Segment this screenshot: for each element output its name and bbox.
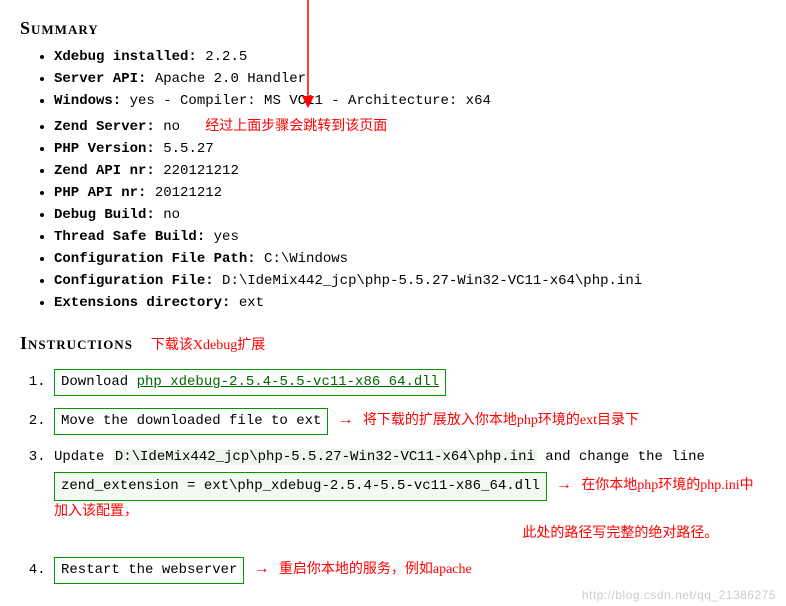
code-path: D:\IdeMix442_jcp\php-5.5.27-Win32-VC11-x… <box>113 449 537 465</box>
step-2: Move the downloaded file to ext → 将下载的扩展… <box>54 408 766 435</box>
list-item: Thread Safe Build: yes <box>54 229 766 245</box>
annotation-restart: 重启你本地的服务，例如apache <box>279 562 472 577</box>
summary-list: Xdebug installed: 2.2.5 Server API: Apac… <box>20 49 766 311</box>
annotation-top: 经过上面步骤会跳转到该页面 <box>205 119 387 134</box>
list-item: Debug Build: no <box>54 207 766 223</box>
step2-box: Move the downloaded file to ext <box>54 408 328 435</box>
step-1: Download php_xdebug-2.5.4-5.5-vc11-x86_6… <box>54 369 766 396</box>
list-item: PHP Version: 5.5.27 <box>54 141 766 157</box>
list-item: Configuration File Path: C:\Windows <box>54 251 766 267</box>
instructions-list: Download php_xdebug-2.5.4-5.5-vc11-x86_6… <box>20 369 766 584</box>
list-item: Zend API nr: 220121212 <box>54 163 766 179</box>
list-item: PHP API nr: 20121212 <box>54 185 766 201</box>
step3-line-box: zend_extension = ext\php_xdebug-2.5.4-5.… <box>54 472 547 501</box>
list-item: Windows: yes - Compiler: MS VC11 - Archi… <box>54 93 766 109</box>
watermark: http://blog.csdn.net/qq_21386275 <box>582 588 776 602</box>
download-link[interactable]: php_xdebug-2.5.4-5.5-vc11-x86_64.dll <box>137 374 439 390</box>
list-item: Extensions directory: ext <box>54 295 766 311</box>
arrow-right-icon: → <box>337 411 355 429</box>
annotation-download: 下载该Xdebug扩展 <box>151 334 265 354</box>
list-item: Zend Server: no 经过上面步骤会跳转到该页面 <box>54 115 766 135</box>
annotation-move: 将下载的扩展放入你本地php环境的ext目录下 <box>363 413 639 428</box>
step1-box: Download php_xdebug-2.5.4-5.5-vc11-x86_6… <box>54 369 446 396</box>
arrow-right-icon: → <box>253 560 271 578</box>
step4-box: Restart the webserver <box>54 557 244 584</box>
arrow-right-icon: → <box>555 476 573 494</box>
list-item: Configuration File: D:\IdeMix442_jcp\php… <box>54 273 766 289</box>
summary-heading: Summary <box>20 18 766 39</box>
step-4: Restart the webserver → 重启你本地的服务，例如apach… <box>54 557 766 584</box>
list-item: Xdebug installed: 2.2.5 <box>54 49 766 65</box>
annotation-config-b: 此处的路径写完整的绝对路径。 <box>522 526 718 541</box>
step-3: Update D:\IdeMix442_jcp\php-5.5.27-Win32… <box>54 447 766 545</box>
arrow-down-icon <box>298 0 318 110</box>
list-item: Server API: Apache 2.0 Handler <box>54 71 766 87</box>
instructions-heading: Instructions <box>20 333 133 354</box>
